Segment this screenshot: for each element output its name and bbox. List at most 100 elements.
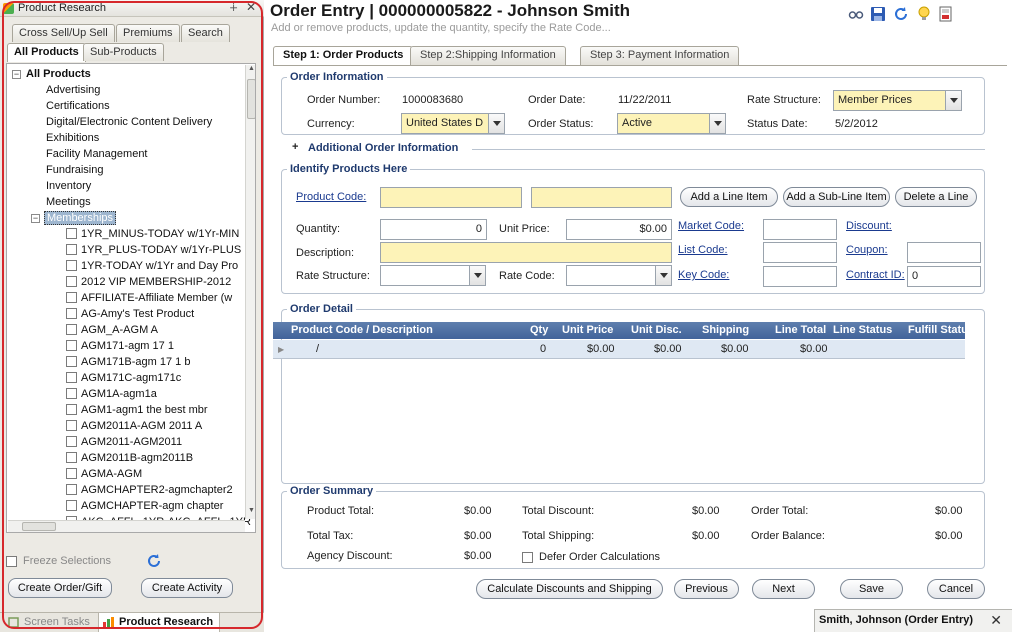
- create-order-gift-button[interactable]: Create Order/Gift: [8, 578, 112, 598]
- product-checkbox[interactable]: [66, 228, 77, 239]
- column-header[interactable]: Line Total: [775, 324, 826, 336]
- column-header[interactable]: Line Status: [833, 324, 892, 336]
- tab-search[interactable]: Search: [181, 24, 230, 42]
- create-activity-button[interactable]: Create Activity: [141, 578, 233, 598]
- column-header[interactable]: Shipping: [702, 324, 749, 336]
- list-item[interactable]: AGM171-agm 17 1: [66, 338, 174, 354]
- tree-vertical-scrollbar[interactable]: ▲ ▼: [245, 65, 255, 519]
- product-code-input[interactable]: [380, 187, 522, 208]
- scroll-up-icon[interactable]: ▲: [246, 65, 255, 77]
- tab-step-2[interactable]: Step 2:Shipping Information: [410, 46, 566, 65]
- product-checkbox[interactable]: [66, 500, 77, 511]
- cancel-button[interactable]: Cancel: [927, 579, 985, 599]
- add-line-item-button[interactable]: Add a Line Item: [680, 187, 778, 207]
- list-item[interactable]: AGM1A-agm1a: [66, 386, 157, 402]
- tab-all-products[interactable]: All Products: [7, 43, 86, 62]
- list-item[interactable]: AGM2011B-agm2011B: [66, 450, 193, 466]
- close-icon[interactable]: ✕: [246, 0, 256, 14]
- save-icon[interactable]: [870, 6, 886, 22]
- product-checkbox[interactable]: [66, 420, 77, 431]
- market-code-link[interactable]: Market Code:: [678, 220, 744, 232]
- chevron-down-icon[interactable]: [655, 266, 671, 285]
- product-checkbox[interactable]: [66, 292, 77, 303]
- list-item[interactable]: 1YR_MINUS-TODAY w/1Yr-MIN: [66, 226, 239, 242]
- rate-structure-select[interactable]: Member Prices: [833, 90, 962, 111]
- product-code-link[interactable]: Product Code:: [296, 191, 366, 203]
- list-item[interactable]: AGM171B-agm 17 1 b: [66, 354, 190, 370]
- chevron-down-icon[interactable]: [488, 114, 504, 133]
- product-checkbox[interactable]: [66, 436, 77, 447]
- line-rate-structure-select[interactable]: [380, 265, 486, 286]
- tree-root[interactable]: All Products: [26, 66, 91, 82]
- tree-category[interactable]: Fundraising: [46, 162, 103, 178]
- tab-premiums[interactable]: Premiums: [116, 24, 180, 42]
- list-item[interactable]: 2012 VIP MEMBERSHIP-2012: [66, 274, 231, 290]
- open-window-tab[interactable]: Smith, Johnson (Order Entry) ✕: [814, 609, 1012, 632]
- currency-select[interactable]: United States D: [401, 113, 505, 134]
- tab-sub-products[interactable]: Sub-Products: [83, 43, 164, 61]
- product-checkbox[interactable]: [66, 468, 77, 479]
- chevron-down-icon[interactable]: [469, 266, 485, 285]
- tree-category[interactable]: Certifications: [46, 98, 110, 114]
- product-checkbox[interactable]: [66, 484, 77, 495]
- tree-category[interactable]: Meetings: [46, 194, 91, 210]
- tab-step-1[interactable]: Step 1: Order Products: [273, 46, 414, 66]
- tree-category[interactable]: Digital/Electronic Content Delivery: [46, 114, 212, 130]
- key-code-input[interactable]: [763, 266, 837, 287]
- product-checkbox[interactable]: [66, 356, 77, 367]
- product-checkbox[interactable]: [66, 308, 77, 319]
- product-checkbox[interactable]: [66, 276, 77, 287]
- list-item[interactable]: AGMA-AGM: [66, 466, 142, 482]
- product-checkbox[interactable]: [66, 452, 77, 463]
- list-item[interactable]: AGM2011-AGM2011: [66, 434, 182, 450]
- tree-node-memberships[interactable]: Memberships: [44, 210, 117, 226]
- product-checkbox[interactable]: [66, 244, 77, 255]
- product-checkbox[interactable]: [66, 404, 77, 415]
- tree-category[interactable]: Exhibitions: [46, 130, 99, 146]
- collapse-memberships-icon[interactable]: −: [31, 214, 40, 223]
- refresh-icon[interactable]: [893, 6, 909, 22]
- tab-step-3[interactable]: Step 3: Payment Information: [580, 46, 740, 65]
- list-item[interactable]: AGM_A-AGM A: [66, 322, 158, 338]
- list-item[interactable]: AGMCHAPTER2-agmchapter2: [66, 482, 233, 498]
- product-checkbox[interactable]: [66, 388, 77, 399]
- column-header[interactable]: Product Code / Description: [291, 324, 433, 336]
- list-item[interactable]: AGM1-agm1 the best mbr: [66, 402, 208, 418]
- tab-cross-sell[interactable]: Cross Sell/Up Sell: [12, 24, 115, 42]
- market-code-input[interactable]: [763, 219, 837, 240]
- scroll-thumb[interactable]: [247, 79, 255, 119]
- product-checkbox[interactable]: [66, 324, 77, 335]
- expand-icon[interactable]: +: [292, 141, 298, 153]
- add-sub-line-item-button[interactable]: Add a Sub-Line Item: [783, 187, 890, 207]
- product-checkbox[interactable]: [66, 372, 77, 383]
- additional-order-info-toggle[interactable]: Additional Order Information: [308, 142, 458, 154]
- tree-category[interactable]: Facility Management: [46, 146, 148, 162]
- quantity-input[interactable]: 0: [380, 219, 487, 240]
- next-button[interactable]: Next: [752, 579, 815, 599]
- coupon-input[interactable]: [907, 242, 981, 263]
- lightbulb-icon[interactable]: [916, 6, 932, 22]
- rate-code-select[interactable]: [566, 265, 672, 286]
- table-row[interactable]: ▶ / 0 $0.00 $0.00 $0.00 $0.00: [273, 340, 965, 359]
- pin-icon[interactable]: ∔: [229, 1, 238, 14]
- delete-line-button[interactable]: Delete a Line: [895, 187, 977, 207]
- discount-link[interactable]: Discount:: [846, 220, 892, 232]
- contract-id-input[interactable]: 0: [907, 266, 981, 287]
- chevron-down-icon[interactable]: [945, 91, 961, 110]
- column-header[interactable]: Fulfill Status: [908, 324, 974, 336]
- close-icon[interactable]: ✕: [990, 612, 1002, 629]
- column-header[interactable]: Unit Disc.: [631, 324, 682, 336]
- save-button[interactable]: Save: [840, 579, 903, 599]
- scroll-down-icon[interactable]: ▼: [246, 507, 255, 519]
- tab-product-research[interactable]: Product Research: [98, 613, 221, 632]
- product-checkbox[interactable]: [66, 260, 77, 271]
- column-header[interactable]: Unit Price: [562, 324, 613, 336]
- list-item[interactable]: AG-Amy's Test Product: [66, 306, 194, 322]
- list-item[interactable]: AGMCHAPTER-agm chapter: [66, 498, 223, 514]
- order-status-select[interactable]: Active: [617, 113, 726, 134]
- list-item[interactable]: AGM2011A-AGM 2011 A: [66, 418, 202, 434]
- tree-horizontal-scrollbar[interactable]: [8, 520, 245, 532]
- list-item[interactable]: AFFILIATE-Affiliate Member (w: [66, 290, 232, 306]
- list-item[interactable]: 1YR-TODAY w/1Yr and Day Pro: [66, 258, 238, 274]
- contract-id-link[interactable]: Contract ID:: [846, 269, 905, 281]
